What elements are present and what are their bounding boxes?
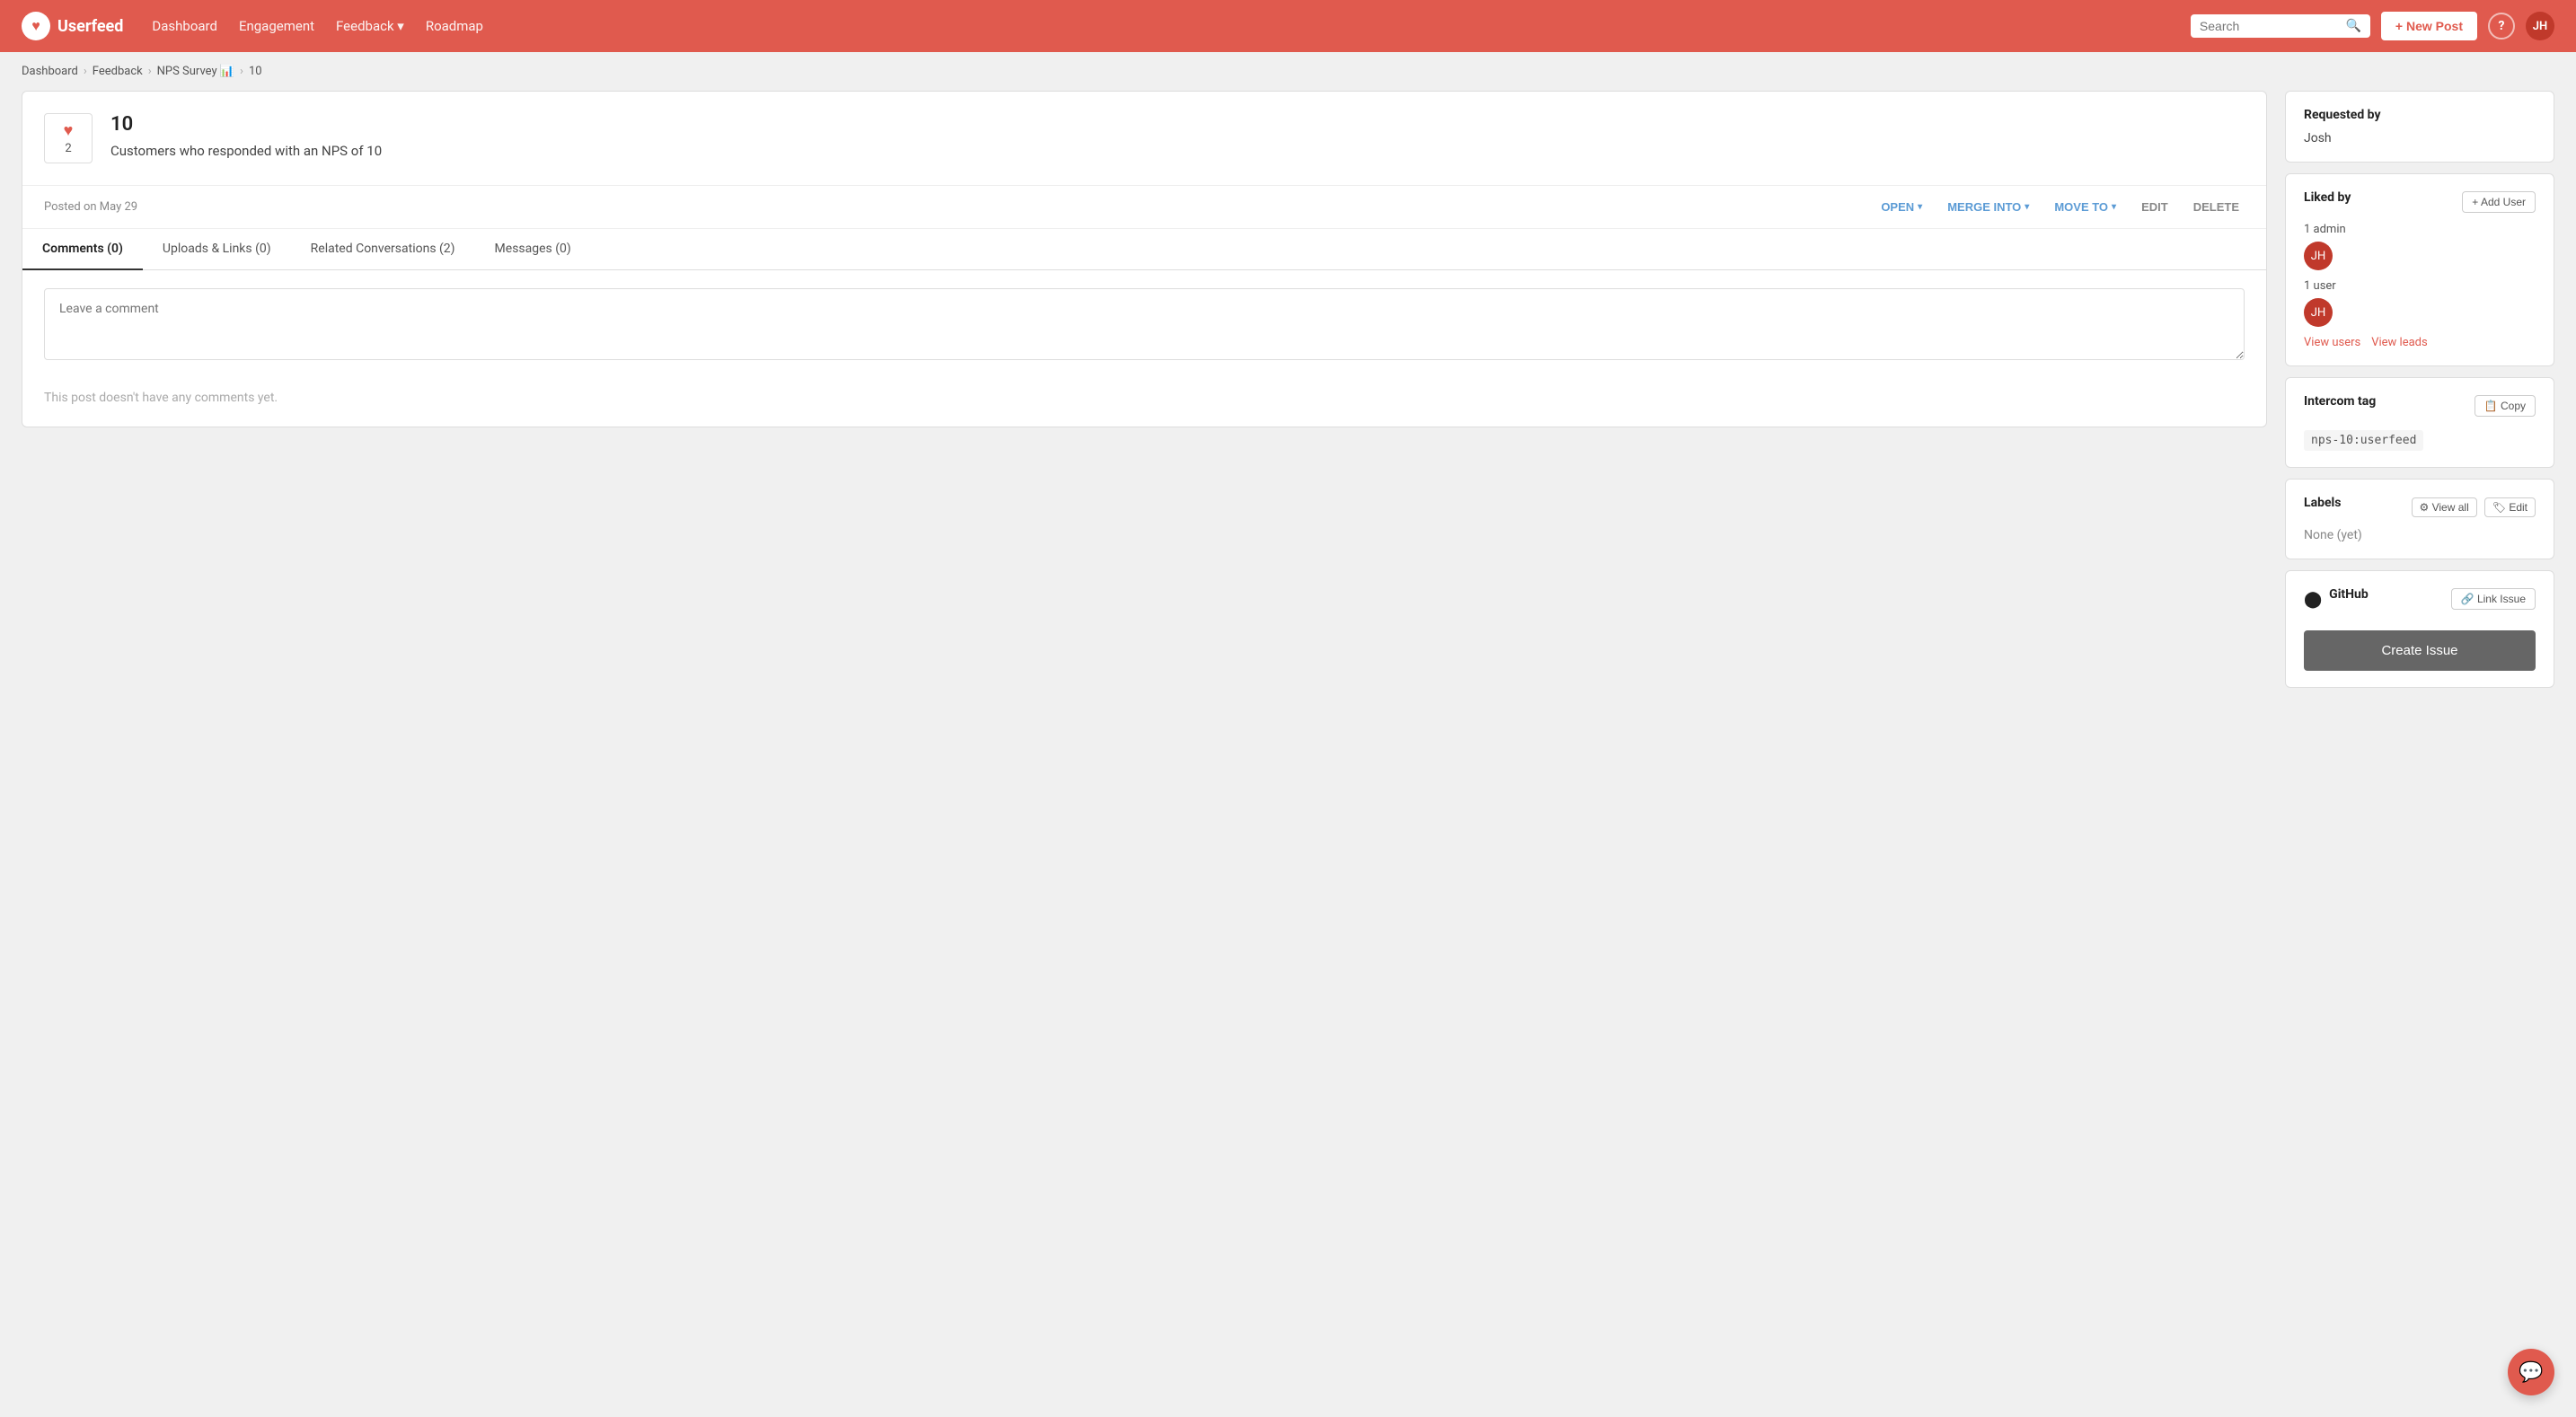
intercom-tag-card: Intercom tag 📋 Copy nps-10:userfeed (2285, 377, 2554, 468)
liked-by-title: Liked by (2304, 190, 2351, 205)
breadcrumb-feedback[interactable]: Feedback (93, 65, 143, 78)
vote-count: 2 (65, 142, 71, 155)
github-card: ⬤ GitHub 🔗 Link Issue Create Issue (2285, 570, 2554, 688)
liked-admin-section: 1 admin JH (2304, 223, 2536, 270)
github-header: ⬤ GitHub 🔗 Link Issue (2304, 587, 2536, 611)
add-user-button[interactable]: + Add User (2462, 191, 2536, 213)
liked-user-count: 1 user (2304, 279, 2536, 293)
nav-right: 🔍 + New Post ? JH (2191, 12, 2554, 40)
liked-by-header: Liked by + Add User (2304, 190, 2536, 214)
breadcrumb-dashboard[interactable]: Dashboard (22, 65, 78, 78)
labels-card: Labels ⚙ View all 🏷 Edit None (yet) (2285, 479, 2554, 559)
intercom-tag-header: Intercom tag 📋 Copy (2304, 394, 2536, 418)
user-avatar[interactable]: JH (2526, 12, 2554, 40)
copy-button[interactable]: 📋 Copy (2475, 395, 2536, 417)
breadcrumb-sep-1: › (84, 65, 87, 78)
edit-button[interactable]: EDIT (2136, 197, 2174, 217)
post-description: Customers who responded with an NPS of 1… (110, 143, 2245, 159)
no-comments-message: This post doesn't have any comments yet. (22, 382, 2266, 427)
breadcrumb-current: 10 (249, 65, 262, 78)
search-icon: 🔍 (2345, 19, 2360, 33)
create-issue-button[interactable]: Create Issue (2304, 630, 2536, 671)
breadcrumb-sep-2: › (148, 65, 152, 78)
labels-header: Labels ⚙ View all 🏷 Edit (2304, 496, 2536, 519)
post-content: 10 Customers who responded with an NPS o… (110, 113, 2245, 159)
liked-user-section: 1 user JH (2304, 279, 2536, 327)
vote-heart-icon: ♥ (64, 121, 74, 140)
right-panel: Requested by Josh Liked by + Add User 1 … (2285, 91, 2554, 697)
search-box[interactable]: 🔍 (2191, 14, 2370, 38)
tab-uploads[interactable]: Uploads & Links (0) (143, 229, 291, 270)
post-title: 10 (110, 113, 2245, 136)
admin-avatar[interactable]: JH (2304, 242, 2333, 270)
post-actions: Posted on May 29 OPEN ▾ MERGE INTO ▾ MOV… (22, 186, 2266, 229)
post-panel: ♥ 2 10 Customers who responded with an N… (22, 91, 2267, 427)
chat-bubble[interactable]: 💬 (2508, 1349, 2554, 1395)
nav-feedback[interactable]: Feedback ▾ (336, 18, 404, 34)
navbar: ♥ Userfeed Dashboard Engagement Feedback… (0, 0, 2576, 52)
nav-roadmap[interactable]: Roadmap (426, 18, 483, 34)
nav-links: Dashboard Engagement Feedback ▾ Roadmap (152, 18, 2162, 34)
link-issue-button[interactable]: 🔗 Link Issue (2451, 588, 2536, 610)
search-input[interactable] (2200, 19, 2341, 33)
github-icon: ⬤ (2304, 590, 2322, 609)
brand-name: Userfeed (57, 17, 123, 36)
merge-into-button[interactable]: MERGE INTO ▾ (1942, 197, 2034, 217)
brand-logo[interactable]: ♥ Userfeed (22, 12, 123, 40)
edit-labels-button[interactable]: 🏷 Edit (2484, 497, 2536, 517)
merge-chevron-icon: ▾ (2025, 202, 2029, 212)
main-layout: ♥ 2 10 Customers who responded with an N… (0, 91, 2576, 718)
move-to-button[interactable]: MOVE TO ▾ (2049, 197, 2122, 217)
breadcrumb-nps-survey[interactable]: NPS Survey 📊 (157, 65, 234, 78)
tab-comments[interactable]: Comments (0) (22, 229, 143, 270)
open-button[interactable]: OPEN ▾ (1875, 197, 1928, 217)
intercom-tag-value: nps-10:userfeed (2304, 430, 2423, 451)
tabs: Comments (0) Uploads & Links (0) Related… (22, 229, 2266, 270)
comment-input[interactable] (44, 288, 2245, 360)
breadcrumb: Dashboard › Feedback › NPS Survey 📊 › 10 (0, 52, 2576, 91)
user-avatar-liked[interactable]: JH (2304, 298, 2333, 327)
labels-actions: ⚙ View all 🏷 Edit (2412, 497, 2536, 517)
new-post-button[interactable]: + New Post (2381, 12, 2477, 40)
liked-by-card: Liked by + Add User 1 admin JH 1 user JH… (2285, 173, 2554, 366)
liked-admin-count: 1 admin (2304, 223, 2536, 236)
view-users-link[interactable]: View users (2304, 336, 2360, 349)
view-all-labels-button[interactable]: ⚙ View all (2412, 497, 2477, 517)
breadcrumb-sep-3: › (240, 65, 243, 78)
post-date: Posted on May 29 (44, 200, 1861, 214)
requested-by-title: Requested by (2304, 108, 2536, 122)
github-title-group: ⬤ GitHub (2304, 587, 2369, 611)
move-chevron-icon: ▾ (2112, 202, 2116, 212)
delete-button[interactable]: DELETE (2188, 197, 2245, 217)
intercom-tag-title: Intercom tag (2304, 394, 2376, 409)
open-chevron-icon: ▾ (1918, 202, 1922, 212)
help-button[interactable]: ? (2488, 13, 2515, 40)
nav-engagement[interactable]: Engagement (239, 18, 314, 34)
labels-none: None (yet) (2304, 528, 2536, 542)
brand-heart-icon: ♥ (22, 12, 50, 40)
view-links: View users View leads (2304, 336, 2536, 349)
requested-by-card: Requested by Josh (2285, 91, 2554, 163)
github-title: GitHub (2329, 587, 2369, 602)
tab-conversations[interactable]: Related Conversations (2) (291, 229, 475, 270)
comment-area (22, 270, 2266, 382)
view-leads-link[interactable]: View leads (2371, 336, 2428, 349)
post-header: ♥ 2 10 Customers who responded with an N… (22, 92, 2266, 186)
nav-dashboard[interactable]: Dashboard (152, 18, 217, 34)
labels-title: Labels (2304, 496, 2341, 510)
vote-box[interactable]: ♥ 2 (44, 113, 93, 163)
requested-by-name: Josh (2304, 131, 2536, 145)
tab-messages[interactable]: Messages (0) (475, 229, 591, 270)
